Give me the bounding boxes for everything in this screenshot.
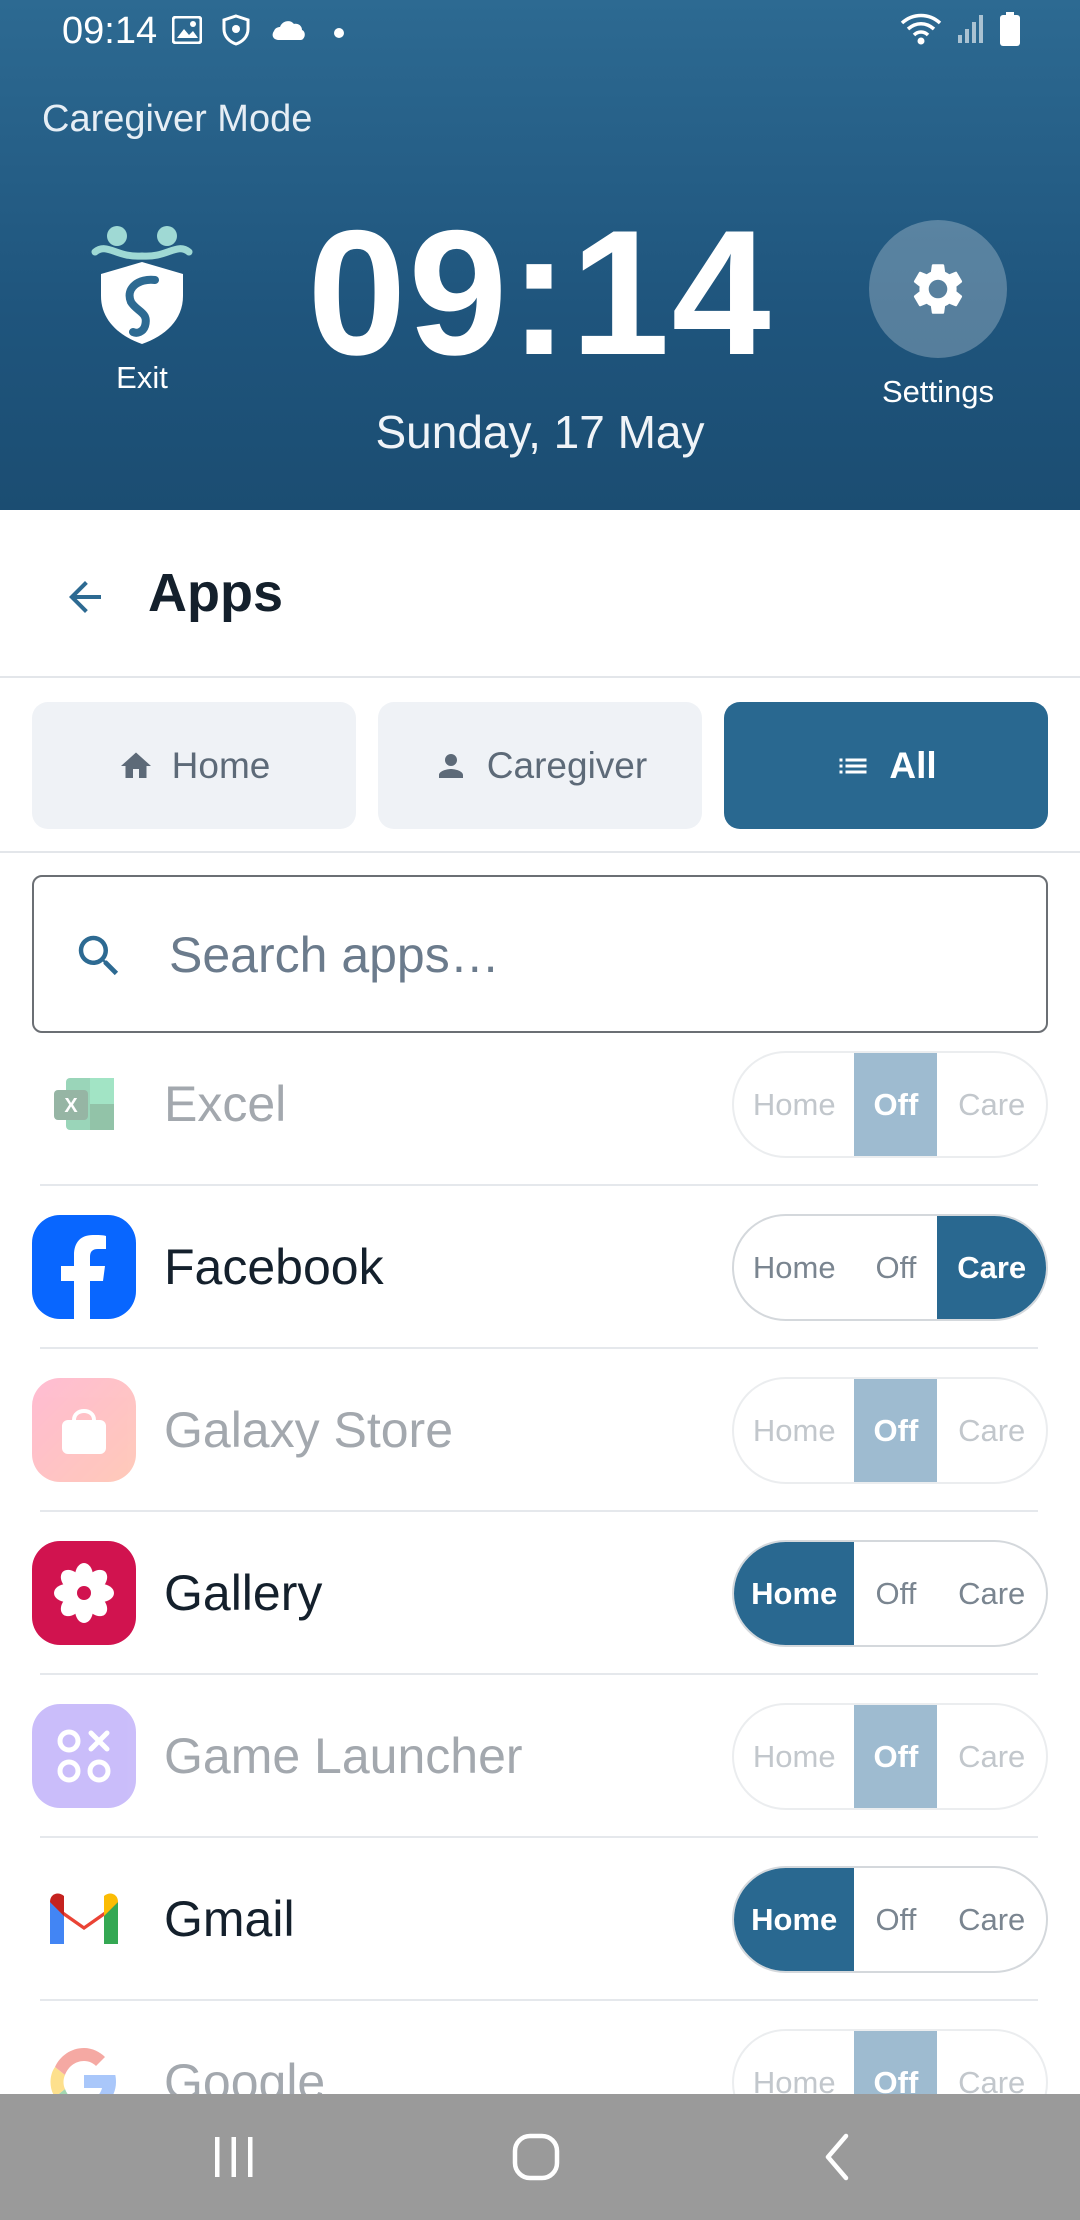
list-item: Gmail Home Off Care (0, 1838, 1080, 2001)
settings-label: Settings (881, 374, 994, 409)
mode-off-option[interactable]: Off (854, 1053, 938, 1156)
mode-selector: Home Off Care (732, 1866, 1048, 1973)
app-name: Game Launcher (164, 1728, 523, 1784)
mode-home-option[interactable]: Home (734, 1216, 854, 1319)
tab-all-label: All (889, 744, 937, 786)
dot-icon (334, 27, 344, 38)
status-icons-right (900, 12, 1020, 51)
mode-home-option[interactable]: Home (734, 1053, 854, 1156)
list-item: Game Launcher Home Off Care (0, 1675, 1080, 1838)
recents-button[interactable] (194, 2122, 274, 2192)
settings-button[interactable]: Settings (868, 220, 1008, 410)
home-circle-icon (512, 2133, 560, 2181)
app-name: Gallery (164, 1565, 323, 1621)
list-item: Facebook Home Off Care (0, 1186, 1080, 1349)
galaxy-store-icon (32, 1378, 136, 1482)
mode-home-option[interactable]: Home (734, 1868, 855, 1971)
search-box (32, 875, 1048, 1033)
search-input[interactable] (169, 917, 1009, 993)
list-item: Gallery Home Off Care (0, 1512, 1080, 1675)
tabs-divider (0, 851, 1080, 853)
person-icon (438, 753, 463, 778)
cloud-icon (270, 18, 306, 47)
app-name: Google (164, 2054, 326, 2094)
mode-off-option[interactable]: Off (854, 1379, 938, 1482)
mode-care-option[interactable]: Care (937, 1868, 1046, 1971)
mode-care-option[interactable]: Care (937, 1705, 1046, 1808)
app-name: Excel (164, 1076, 287, 1132)
excel-icon: X (32, 1052, 136, 1156)
search-icon (78, 935, 119, 976)
list-item: Google Home Off Care (0, 2001, 1080, 2094)
app-name: Facebook (164, 1239, 384, 1295)
mode-selector: Home Off Care (732, 1377, 1048, 1484)
gmail-icon (32, 1867, 136, 1971)
home-icon (120, 752, 151, 778)
back-nav-button[interactable] (798, 2122, 878, 2192)
status-icons-left (171, 14, 344, 51)
wifi-icon (900, 12, 942, 51)
caregiver-header: 09:14 Caregiver Mode Exit 09:14 Sunday, … (0, 0, 1080, 510)
filter-tabs: Home Caregiver All (32, 702, 1048, 829)
list-item: Galaxy Store Home Off Care (0, 1349, 1080, 1512)
list-icon (839, 758, 867, 773)
system-nav-bar (0, 2094, 1080, 2220)
app-list: X Excel Home Off Care Facebook Home Off … (0, 1050, 1080, 2094)
status-time: 09:14 (62, 10, 158, 52)
gear-icon (913, 264, 963, 314)
signal-icon (956, 13, 986, 50)
svg-text:X: X (64, 1095, 78, 1117)
mode-home-option[interactable]: Home (734, 2031, 854, 2095)
mode-home-option[interactable]: Home (734, 1379, 854, 1482)
battery-icon (1000, 12, 1020, 51)
home-nav-button[interactable] (496, 2122, 576, 2192)
mode-care-option[interactable]: Care (937, 1379, 1046, 1482)
mode-off-option[interactable]: Off (854, 1705, 938, 1808)
mode-selector: Home Off Care (732, 2029, 1048, 2094)
list-item: X Excel Home Off Care (0, 1050, 1080, 1186)
recents-icon (215, 2137, 253, 2177)
google-icon (32, 2030, 136, 2094)
settings-circle (869, 220, 1007, 358)
mode-off-option[interactable]: Off (854, 1216, 937, 1319)
back-arrow-icon (69, 581, 101, 613)
mode-home-option[interactable]: Home (734, 1542, 855, 1645)
chevron-left-icon (825, 2133, 849, 2181)
page-title: Apps (148, 563, 283, 623)
tab-all[interactable]: All (724, 702, 1048, 829)
mode-care-option[interactable]: Care (937, 1216, 1046, 1319)
mode-off-option[interactable]: Off (854, 1868, 937, 1971)
image-icon (171, 15, 203, 49)
tab-home[interactable]: Home (32, 702, 356, 829)
mode-title: Caregiver Mode (42, 98, 313, 140)
status-bar: 09:14 (0, 0, 1080, 66)
app-name: Galaxy Store (164, 1402, 454, 1458)
shield-icon (222, 14, 250, 51)
tab-caregiver-label: Caregiver (486, 744, 648, 786)
mode-selector: Home Off Care (732, 1703, 1048, 1810)
back-button[interactable] (50, 562, 120, 632)
mode-home-option[interactable]: Home (734, 1705, 854, 1808)
mode-selector: Home Off Care (732, 1540, 1048, 1647)
app-bar: Apps (0, 510, 1080, 678)
mode-care-option[interactable]: Care (937, 1542, 1046, 1645)
mode-off-option[interactable]: Off (854, 2031, 938, 2094)
app-name: Gmail (164, 1891, 295, 1947)
mode-care-option[interactable]: Care (937, 1053, 1046, 1156)
tab-home-label: Home (171, 744, 271, 786)
date: Sunday, 17 May (375, 406, 705, 458)
mode-off-option[interactable]: Off (854, 1542, 937, 1645)
game-launcher-icon (32, 1704, 136, 1808)
tab-caregiver[interactable]: Caregiver (378, 702, 702, 829)
mode-selector: Home Off Care (732, 1214, 1048, 1321)
facebook-icon (32, 1215, 136, 1319)
mode-selector: Home Off Care (732, 1051, 1048, 1158)
mode-care-option[interactable]: Care (937, 2031, 1046, 2095)
gallery-icon (32, 1541, 136, 1645)
